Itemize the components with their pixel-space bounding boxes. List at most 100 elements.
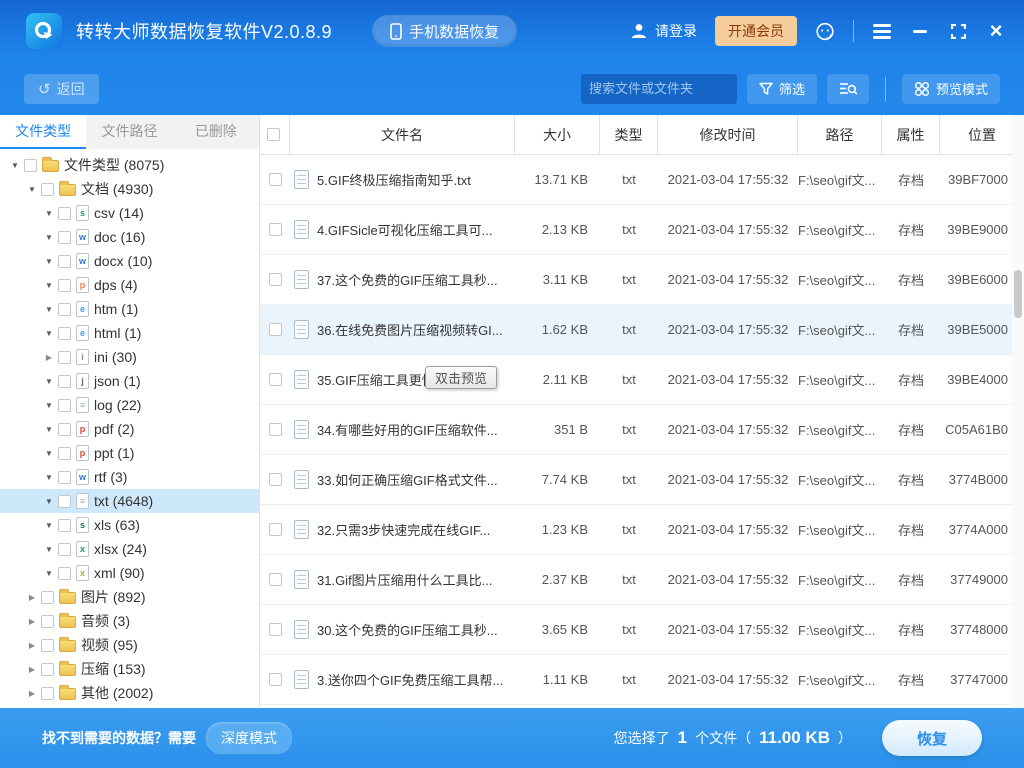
- chevron-down-icon[interactable]: ▼: [42, 545, 56, 554]
- tree-item-htm[interactable]: ▼ehtm (1): [0, 297, 259, 321]
- tree-item-xls[interactable]: ▼sxls (63): [0, 513, 259, 537]
- tree-checkbox[interactable]: [58, 255, 71, 268]
- chevron-down-icon[interactable]: ▼: [42, 425, 56, 434]
- chevron-down-icon[interactable]: ▼: [42, 377, 56, 386]
- chevron-right-icon[interactable]: ▶: [25, 665, 39, 674]
- tree-checkbox[interactable]: [58, 471, 71, 484]
- customer-service-icon[interactable]: [815, 21, 835, 41]
- tree-item-音频[interactable]: ▶音频 (3): [0, 609, 259, 633]
- tree-checkbox[interactable]: [58, 231, 71, 244]
- select-all-checkbox[interactable]: [267, 128, 280, 141]
- chevron-down-icon[interactable]: ▼: [25, 185, 39, 194]
- preview-mode-button[interactable]: 预览模式: [902, 74, 1000, 104]
- minimize-icon[interactable]: [910, 21, 930, 41]
- tree-checkbox[interactable]: [58, 447, 71, 460]
- table-row[interactable]: 36.在线免费图片压缩视频转GI...1.62 KBtxt2021-03-04 …: [260, 305, 1024, 355]
- table-row[interactable]: 35.GIF压缩工具更快捷2.11 KBtxt2021-03-04 17:55:…: [260, 355, 1024, 405]
- maximize-icon[interactable]: [948, 21, 968, 41]
- chevron-down-icon[interactable]: ▼: [42, 569, 56, 578]
- row-checkbox[interactable]: [269, 373, 282, 386]
- tree-item-xlsx[interactable]: ▼xxlsx (24): [0, 537, 259, 561]
- row-checkbox[interactable]: [269, 423, 282, 436]
- chevron-down-icon[interactable]: ▼: [42, 521, 56, 530]
- chevron-down-icon[interactable]: ▼: [8, 161, 22, 170]
- table-row[interactable]: 3.送你四个GIF免费压缩工具帮...1.11 KBtxt2021-03-04 …: [260, 655, 1024, 705]
- tree-item-视频[interactable]: ▶视频 (95): [0, 633, 259, 657]
- row-checkbox[interactable]: [269, 573, 282, 586]
- chevron-down-icon[interactable]: ▼: [42, 473, 56, 482]
- chevron-down-icon[interactable]: ▼: [42, 257, 56, 266]
- tree-checkbox[interactable]: [41, 687, 54, 700]
- chevron-down-icon[interactable]: ▼: [42, 497, 56, 506]
- chevron-down-icon[interactable]: ▼: [42, 233, 56, 242]
- table-row[interactable]: 33.如何正确压缩GIF格式文件...7.74 KBtxt2021-03-04 …: [260, 455, 1024, 505]
- tree-checkbox[interactable]: [58, 399, 71, 412]
- chevron-right-icon[interactable]: ▶: [25, 617, 39, 626]
- tree-item-xml[interactable]: ▼xxml (90): [0, 561, 259, 585]
- table-row[interactable]: 32.只需3步快速完成在线GIF...1.23 KBtxt2021-03-04 …: [260, 505, 1024, 555]
- row-checkbox[interactable]: [269, 473, 282, 486]
- tree-checkbox[interactable]: [58, 519, 71, 532]
- tree-item-dps[interactable]: ▼pdps (4): [0, 273, 259, 297]
- search-input[interactable]: [589, 81, 765, 96]
- tab-文件路径[interactable]: 文件路径: [86, 115, 172, 149]
- table-row[interactable]: 37.这个免费的GIF压缩工具秒...3.11 KBtxt2021-03-04 …: [260, 255, 1024, 305]
- tree-item-图片[interactable]: ▶图片 (892): [0, 585, 259, 609]
- tree-checkbox[interactable]: [41, 591, 54, 604]
- tree-checkbox[interactable]: [58, 495, 71, 508]
- row-checkbox[interactable]: [269, 173, 282, 186]
- tree-item-pdf[interactable]: ▼ppdf (2): [0, 417, 259, 441]
- tree-item-csv[interactable]: ▼scsv (14): [0, 201, 259, 225]
- filter-button[interactable]: 筛选: [747, 74, 817, 104]
- chevron-down-icon[interactable]: ▼: [42, 449, 56, 458]
- vertical-scrollbar[interactable]: [1012, 115, 1024, 708]
- chevron-right-icon[interactable]: ▶: [25, 689, 39, 698]
- chevron-down-icon[interactable]: ▼: [42, 305, 56, 314]
- tree-item-ini[interactable]: ▶iini (30): [0, 345, 259, 369]
- tree-item-文档[interactable]: ▼文档 (4930): [0, 177, 259, 201]
- tree-checkbox[interactable]: [24, 159, 37, 172]
- tree-item-log[interactable]: ▼≡log (22): [0, 393, 259, 417]
- chevron-right-icon[interactable]: ▶: [25, 641, 39, 650]
- deep-mode-button[interactable]: 深度模式: [206, 722, 292, 754]
- tree-checkbox[interactable]: [58, 279, 71, 292]
- back-button[interactable]: ↺ 返回: [24, 74, 99, 104]
- tree-item-txt[interactable]: ▼≡txt (4648): [0, 489, 259, 513]
- row-checkbox[interactable]: [269, 273, 282, 286]
- phone-recovery-button[interactable]: 手机数据恢复: [372, 15, 517, 47]
- tree-item-html[interactable]: ▼ehtml (1): [0, 321, 259, 345]
- table-row[interactable]: 34.有哪些好用的GIF压缩软件...351 Btxt2021-03-04 17…: [260, 405, 1024, 455]
- tree-item-其他[interactable]: ▶其他 (2002): [0, 681, 259, 705]
- menu-icon[interactable]: [872, 21, 892, 41]
- search-box[interactable]: [581, 74, 737, 104]
- tree-item-文件类型[interactable]: ▼文件类型 (8075): [0, 153, 259, 177]
- tree-checkbox[interactable]: [41, 663, 54, 676]
- row-checkbox[interactable]: [269, 323, 282, 336]
- tree-checkbox[interactable]: [41, 615, 54, 628]
- tree-item-压缩[interactable]: ▶压缩 (153): [0, 657, 259, 681]
- chevron-down-icon[interactable]: ▼: [42, 209, 56, 218]
- tree-item-json[interactable]: ▼jjson (1): [0, 369, 259, 393]
- row-checkbox[interactable]: [269, 223, 282, 236]
- tree-checkbox[interactable]: [58, 207, 71, 220]
- scrollbar-thumb[interactable]: [1014, 270, 1022, 318]
- table-row[interactable]: 31.Gif图片压缩用什么工具比...2.37 KBtxt2021-03-04 …: [260, 555, 1024, 605]
- row-checkbox[interactable]: [269, 623, 282, 636]
- close-icon[interactable]: ×: [986, 21, 1006, 41]
- chevron-down-icon[interactable]: ▼: [42, 329, 56, 338]
- tree-checkbox[interactable]: [58, 351, 71, 364]
- chevron-right-icon[interactable]: ▶: [25, 593, 39, 602]
- tree-checkbox[interactable]: [58, 567, 71, 580]
- chevron-right-icon[interactable]: ▶: [42, 353, 56, 362]
- table-row[interactable]: 30.这个免费的GIF压缩工具秒...3.65 KBtxt2021-03-04 …: [260, 605, 1024, 655]
- row-checkbox[interactable]: [269, 523, 282, 536]
- recover-button[interactable]: 恢复: [882, 720, 982, 756]
- row-checkbox[interactable]: [269, 673, 282, 686]
- tree-checkbox[interactable]: [41, 639, 54, 652]
- tree-item-rtf[interactable]: ▼wrtf (3): [0, 465, 259, 489]
- table-row[interactable]: 5.GIF终极压缩指南知乎.txt13.71 KBtxt2021-03-04 1…: [260, 155, 1024, 205]
- tree-checkbox[interactable]: [41, 183, 54, 196]
- tree-checkbox[interactable]: [58, 375, 71, 388]
- tree-item-ppt[interactable]: ▼pppt (1): [0, 441, 259, 465]
- tree-item-doc[interactable]: ▼wdoc (16): [0, 225, 259, 249]
